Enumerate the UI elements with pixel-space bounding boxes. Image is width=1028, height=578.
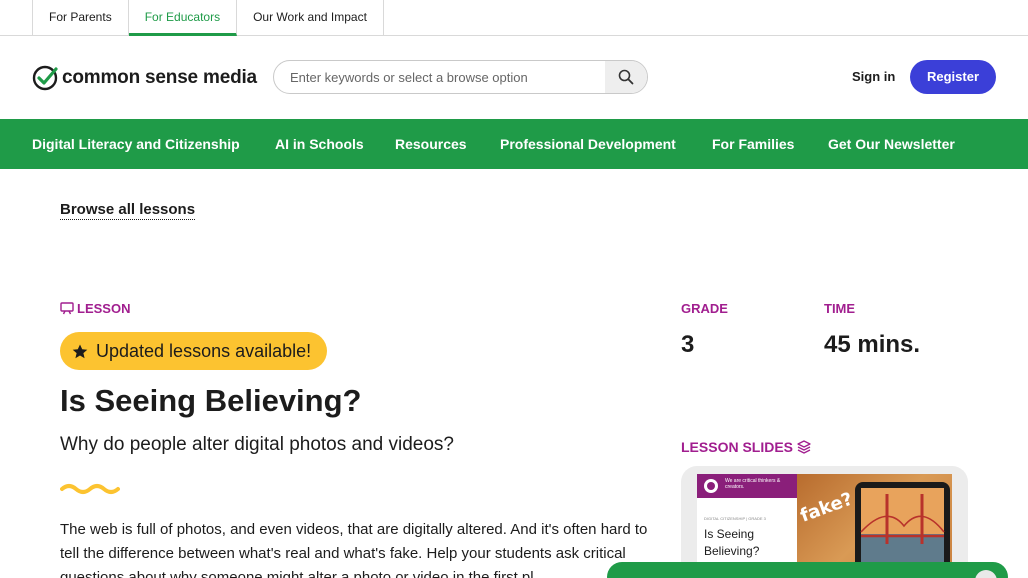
time-value: 45 mins. [824, 331, 921, 358]
main-nav: Digital Literacy and Citizenship AI in S… [0, 119, 1028, 169]
nav-item-for-families[interactable]: For Families [712, 119, 794, 169]
nav-item-resources[interactable]: Resources [395, 119, 467, 169]
lesson-type-tag: LESSON [60, 301, 130, 316]
seal-icon [704, 479, 718, 493]
slide-header-text: We are critical thinkers & creators. [725, 478, 781, 490]
layers-icon [797, 440, 811, 454]
sign-in-link[interactable]: Sign in [852, 69, 895, 84]
nav-item-professional-development[interactable]: Professional Development [500, 119, 676, 169]
slide-header-band: We are critical thinkers & creators. [697, 474, 797, 498]
search-icon [618, 69, 634, 85]
lesson-title: Is Seeing Believing? [60, 383, 362, 418]
nav-item-newsletter[interactable]: Get Our Newsletter [828, 119, 955, 169]
checkmark-icon [32, 65, 58, 91]
lesson-slides-label: LESSON SLIDES [681, 439, 794, 455]
logo-text: common sense media [62, 67, 257, 88]
search-input[interactable] [274, 61, 606, 93]
search-button[interactable] [605, 61, 647, 93]
grade-value: 3 [681, 331, 695, 358]
updated-lessons-badge[interactable]: Updated lessons available! [60, 332, 328, 370]
grade-label: GRADE [681, 301, 728, 316]
tab-our-work-and-impact[interactable]: Our Work and Impact [237, 0, 384, 36]
slide-tag: DIGITAL CITIZENSHIP | GRADE 3 [704, 516, 766, 521]
squiggle-divider [60, 484, 120, 494]
lesson-description: The web is full of photos, and even vide… [60, 521, 648, 578]
lesson-tag-label: LESSON [77, 301, 131, 316]
search-box [273, 60, 648, 94]
tab-for-parents[interactable]: For Parents [33, 0, 129, 36]
presentation-icon [60, 302, 74, 315]
fake-caption: fake? [798, 488, 856, 526]
time-label: TIME [824, 301, 856, 316]
slide-title: Is Seeing Believing? [704, 527, 760, 558]
floating-action-bar[interactable] [607, 562, 1008, 578]
star-icon [72, 344, 88, 358]
updated-lessons-label: Updated lessons available! [96, 340, 312, 361]
site-header: common sense media Sign in Register [0, 36, 1028, 119]
lesson-slides-link[interactable]: LESSON SLIDES [681, 439, 811, 455]
lesson-subtitle: Why do people alter digital photos and v… [60, 434, 454, 455]
audience-tabs: For Parents For Educators Our Work and I… [32, 0, 384, 36]
site-logo[interactable]: common sense media [32, 65, 257, 91]
tab-for-educators[interactable]: For Educators [128, 0, 238, 36]
audience-tab-bar: For Parents For Educators Our Work and I… [0, 0, 1028, 36]
nav-item-digital-literacy[interactable]: Digital Literacy and Citizenship [32, 119, 240, 169]
nav-item-ai-in-schools[interactable]: AI in Schools [275, 119, 364, 169]
register-button[interactable]: Register [910, 60, 996, 94]
browse-all-lessons-link[interactable]: Browse all lessons [60, 201, 196, 220]
